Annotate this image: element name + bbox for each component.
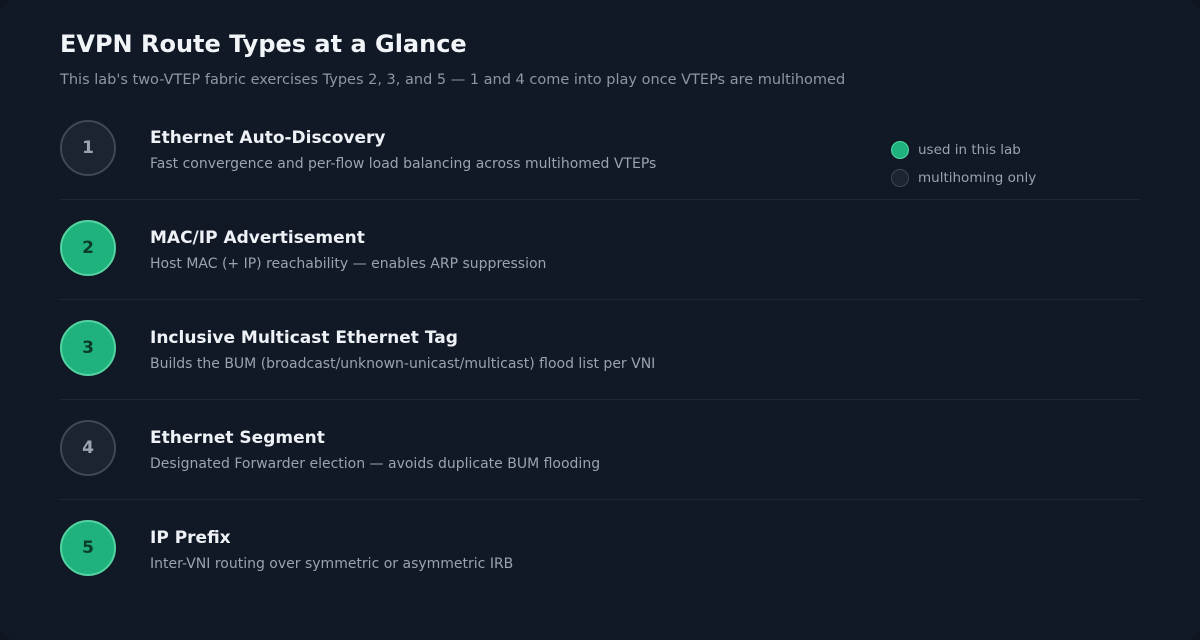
route-type-row-3: 3 Inclusive Multicast Ethernet Tag Build… [60,300,1140,400]
route-type-description: Designated Forwarder election — avoids d… [150,456,601,472]
route-type-name: MAC/IP Advertisement [150,228,365,248]
route-types-card: EVPN Route Types at a Glance This lab's … [0,0,1200,640]
route-type-description: Host MAC (+ IP) reachability — enables A… [150,256,547,272]
route-type-name: IP Prefix [150,528,231,548]
route-type-description: Fast convergence and per-flow load balan… [150,156,657,172]
route-type-badge-2: 2 [60,220,116,276]
route-type-row-5: 5 IP Prefix Inter-VNI routing over symme… [60,500,1140,600]
route-type-badge-4: 4 [60,420,116,476]
legend-dot-multihoming-icon [891,169,909,187]
legend-item-multihoming: multihoming only [891,169,1036,187]
page-subtitle: This lab's two-VTEP fabric exercises Typ… [60,72,846,88]
route-type-description: Inter-VNI routing over symmetric or asym… [150,556,514,572]
route-type-badge-3: 3 [60,320,116,376]
route-type-badge-1: 1 [60,120,116,176]
route-type-row-2: 2 MAC/IP Advertisement Host MAC (+ IP) r… [60,200,1140,300]
route-type-badge-5: 5 [60,520,116,576]
route-type-description: Builds the BUM (broadcast/unknown-unicas… [150,356,656,372]
legend-label-used: used in this lab [918,142,1021,158]
legend-dot-used-icon [891,141,909,159]
page-title: EVPN Route Types at a Glance [60,30,467,58]
legend-label-multihoming: multihoming only [918,170,1037,186]
route-type-name: Ethernet Segment [150,428,325,448]
legend-item-used: used in this lab [891,141,1036,159]
route-type-name: Ethernet Auto-Discovery [150,128,386,148]
route-type-row-4: 4 Ethernet Segment Designated Forwarder … [60,400,1140,500]
route-type-name: Inclusive Multicast Ethernet Tag [150,328,458,348]
legend: used in this lab multihoming only [891,141,1036,197]
